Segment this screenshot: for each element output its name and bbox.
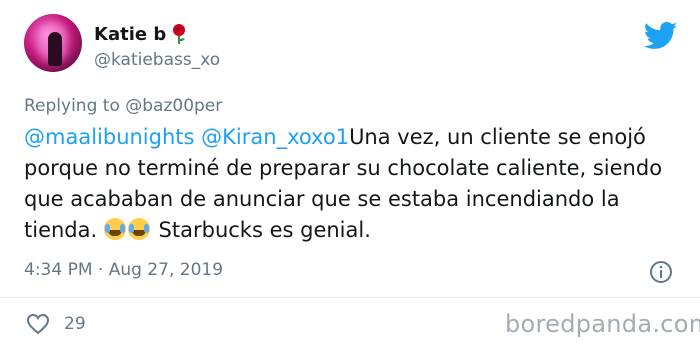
- divider: [0, 297, 700, 298]
- laughing-crying-emoji-icon: [103, 218, 126, 240]
- laughing-crying-emoji-icon: [127, 218, 150, 240]
- tweet-text: @maalibunights @Kiran_xoxo1Una vez, un c…: [24, 122, 674, 246]
- info-icon[interactable]: [649, 260, 673, 284]
- replying-to-handle[interactable]: @baz00per: [125, 96, 222, 116]
- watermark: boredpanda.com: [505, 310, 700, 338]
- author-handle[interactable]: @katiebass_xo: [94, 50, 220, 70]
- avatar[interactable]: [24, 14, 82, 72]
- mention-link[interactable]: @Kiran_xoxo1: [201, 125, 349, 149]
- author-name-row[interactable]: Katie b: [94, 23, 188, 45]
- twitter-bird-icon[interactable]: [644, 22, 678, 50]
- display-name[interactable]: Katie b: [94, 24, 166, 45]
- heart-icon[interactable]: [26, 313, 50, 335]
- tweet-text-line1: Una vez, un cliente se: [349, 125, 582, 149]
- replying-to-prefix: Replying to: [24, 96, 126, 116]
- tweet-timestamp[interactable]: 4:34 PM · Aug 27, 2019: [24, 260, 223, 280]
- rose-emoji-icon: [173, 24, 186, 44]
- like-count: 29: [64, 314, 86, 334]
- replying-to-line: Replying to @baz00per: [24, 96, 222, 116]
- mention-link[interactable]: @maalibunights: [24, 125, 194, 149]
- avatar-figure: [48, 32, 62, 66]
- tweet-text-end: Starbucks es genial.: [158, 218, 371, 242]
